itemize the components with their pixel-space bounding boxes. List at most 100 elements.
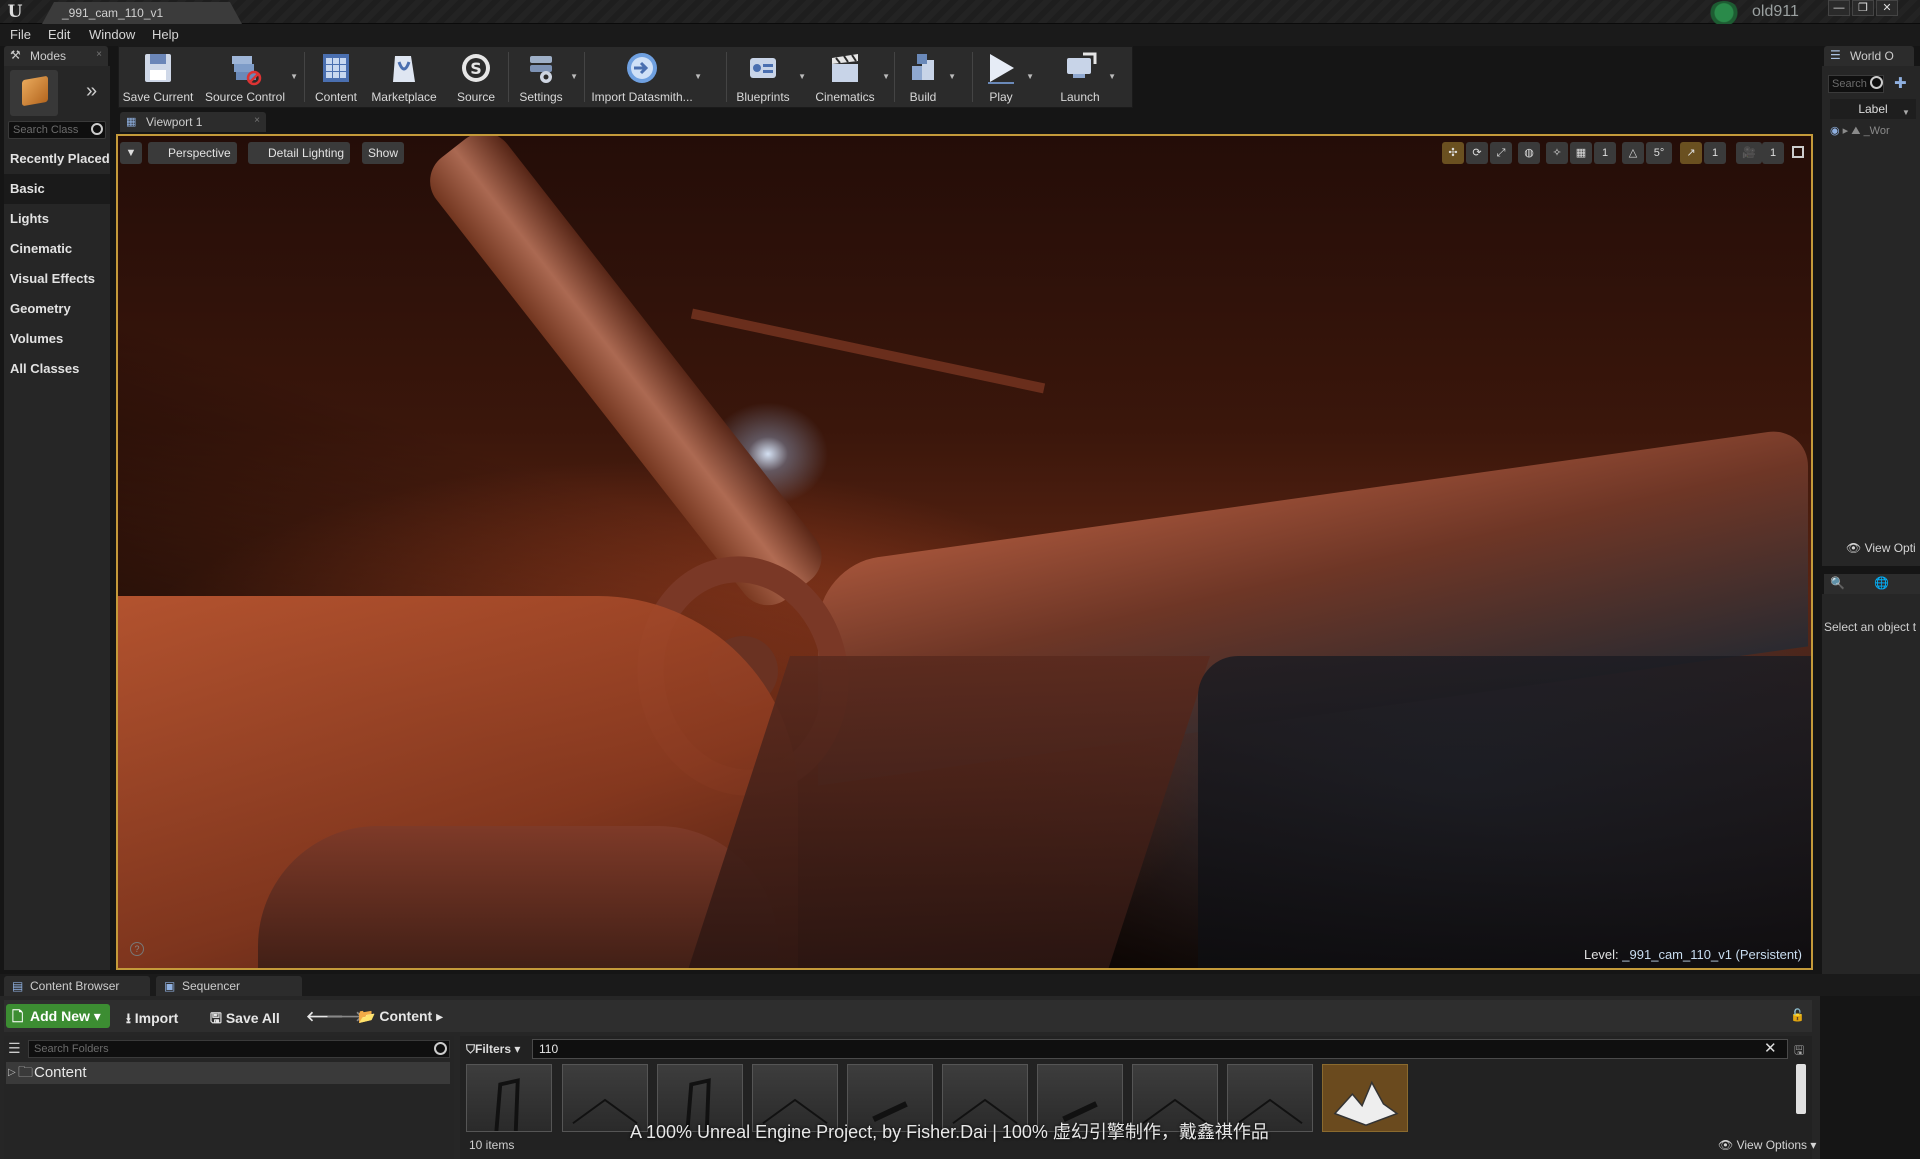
asset-search-input[interactable]: 110 — [532, 1039, 1788, 1059]
world-coords-icon[interactable]: ◍ — [1518, 142, 1540, 164]
asset-thumbnail[interactable] — [1322, 1064, 1408, 1132]
level-viewport[interactable] — [116, 134, 1813, 970]
search-class-input[interactable]: Search Class — [8, 121, 106, 139]
tab-content-browser[interactable]: ▤ Content Browser — [4, 976, 150, 996]
path-content-button[interactable]: 📂 Content ▸ — [358, 1008, 443, 1025]
category-cinematic[interactable]: Cinematic — [4, 234, 110, 264]
viewport-options-button[interactable]: ▼ — [120, 142, 142, 164]
document-tab[interactable]: _991_cam_110_v1 — [42, 2, 242, 24]
close-tab-icon[interactable]: × — [96, 49, 102, 60]
category-basic[interactable]: Basic — [4, 174, 110, 204]
viewport-tab[interactable]: ▦ Viewport 1 × — [120, 112, 266, 132]
import-button[interactable]: ⭳ Import — [126, 1008, 178, 1032]
maximize-button[interactable]: ❐ — [1852, 0, 1874, 16]
perspective-button[interactable]: Perspective — [148, 142, 237, 164]
maximize-viewport-icon[interactable] — [1792, 146, 1804, 158]
blueprints-button[interactable]: Blueprints ▼ — [730, 48, 806, 106]
launch-button[interactable]: Launch ▼ — [1054, 48, 1116, 106]
save-search-icon[interactable]: 🖫 — [1794, 1041, 1804, 1062]
menu-edit[interactable]: Edit — [48, 27, 70, 42]
outliner-row[interactable]: ◉ ▸ ⛰ _Wor — [1830, 124, 1890, 138]
asset-view-options-button[interactable]: 👁 View Options ▾ — [1718, 1138, 1816, 1152]
tab-sequencer[interactable]: ▣ Sequencer — [156, 976, 302, 996]
surface-snap-icon[interactable]: ✧ — [1546, 142, 1568, 164]
category-volumes[interactable]: Volumes — [4, 324, 110, 354]
category-all-classes[interactable]: All Classes — [4, 354, 110, 384]
lock-icon[interactable]: 🔓 — [1790, 1008, 1805, 1022]
scale-snap-icon[interactable]: ↗ — [1680, 142, 1702, 164]
close-tab-icon[interactable]: × — [254, 115, 260, 126]
import-datasmith-button[interactable]: Import Datasmith... ▼ — [588, 48, 702, 106]
category-recently-placed[interactable]: Recently Placed — [4, 144, 110, 174]
content-button[interactable]: Content — [310, 48, 362, 106]
menu-help[interactable]: Help — [152, 27, 179, 42]
rotation-snap-value[interactable]: 5° — [1646, 142, 1672, 164]
chevron-down-icon[interactable]: ▼ — [798, 72, 806, 81]
save-all-button[interactable]: 🖫 Save All — [210, 1008, 280, 1032]
asset-thumbnail[interactable] — [466, 1064, 552, 1132]
transform-rotate-icon[interactable]: ⟳ — [1466, 142, 1488, 164]
rotation-snap-icon[interactable]: △ — [1622, 142, 1644, 164]
marketplace-label: Marketplace — [371, 90, 437, 104]
chevron-down-icon[interactable]: ▼ — [882, 72, 890, 81]
source-button[interactable]: S Source — [450, 48, 502, 106]
modes-tab[interactable]: ⚒ Modes × — [4, 46, 108, 66]
chevron-down-icon[interactable]: ▼ — [1108, 72, 1116, 81]
expand-modes-icon[interactable]: » — [86, 80, 97, 103]
category-lights[interactable]: Lights — [4, 204, 110, 234]
add-new-label: Add New — [30, 1008, 90, 1024]
viewport-icon: ▦ — [126, 116, 137, 128]
scale-snap-value[interactable]: 1 — [1704, 142, 1726, 164]
title-bar — [0, 0, 1920, 24]
visibility-eye-icon[interactable]: ◉ — [1830, 125, 1840, 137]
category-visual-effects[interactable]: Visual Effects — [4, 264, 110, 294]
minimize-button[interactable]: — — [1828, 0, 1850, 16]
source-control-icon — [232, 56, 262, 86]
transform-scale-icon[interactable]: ⤢ — [1490, 142, 1512, 164]
camera-speed-icon[interactable]: 🎥 — [1736, 142, 1762, 164]
save-current-button[interactable]: Save Current — [120, 48, 196, 106]
cinematics-button[interactable]: Cinematics ▼ — [810, 48, 890, 106]
chevron-down-icon[interactable]: ▼ — [290, 72, 298, 81]
detail-lighting-button[interactable]: Detail Lighting — [248, 142, 351, 164]
help-icon[interactable]: ? — [130, 942, 144, 956]
place-mode-button[interactable] — [10, 70, 58, 116]
grid-snap-value[interactable]: 1 — [1594, 142, 1616, 164]
chevron-down-icon[interactable]: ▼ — [570, 72, 578, 81]
close-button[interactable]: ✕ — [1876, 0, 1898, 16]
add-folder-icon[interactable]: ✚ — [1894, 74, 1907, 92]
camera-speed-value[interactable]: 1 — [1762, 142, 1784, 164]
world-outliner-tab[interactable]: ☰ World O — [1824, 46, 1914, 66]
asset-scrollbar[interactable] — [1796, 1064, 1806, 1114]
source-control-button[interactable]: Source Control ▼ — [202, 48, 298, 106]
clear-search-icon[interactable]: ✕ — [1764, 1039, 1777, 1057]
details-tab-icon[interactable]: 🔍 — [1830, 576, 1845, 590]
folder-item-content[interactable]: ▷ 🗀 Content — [6, 1062, 450, 1084]
build-button[interactable]: Build ▼ — [900, 48, 956, 106]
transform-move-icon[interactable]: ✣ — [1442, 142, 1464, 164]
search-folders-input[interactable]: Search Folders — [28, 1040, 450, 1058]
menu-file[interactable]: File — [10, 27, 31, 42]
world-settings-tab-icon[interactable]: 🌐 — [1874, 576, 1889, 590]
settings-button[interactable]: Settings ▼ — [514, 48, 578, 106]
details-tabs: 🔍 🌐 — [1824, 574, 1920, 594]
chevron-down-icon[interactable]: ▼ — [1026, 72, 1034, 81]
asset-view-options-label: View Options — [1736, 1138, 1808, 1152]
chevron-down-icon[interactable]: ▼ — [694, 72, 702, 81]
show-button[interactable]: Show — [362, 142, 405, 164]
menu-window[interactable]: Window — [89, 27, 135, 42]
chevron-down-icon[interactable]: ▼ — [948, 72, 956, 81]
outliner-view-options-label: View Opti — [1864, 541, 1916, 555]
filters-button[interactable]: ⛉Filters ▾ — [466, 1040, 528, 1058]
play-button[interactable]: Play ▼ — [978, 48, 1034, 106]
add-file-icon: 🗋 — [12, 1008, 24, 1024]
grid-snap-icon[interactable]: ▦ — [1570, 142, 1592, 164]
toolbar-separator — [894, 52, 895, 102]
chevron-down-icon[interactable]: ▼ — [1902, 108, 1910, 117]
add-new-button[interactable]: 🗋 Add New ▾ — [6, 1004, 110, 1028]
marketplace-button[interactable]: Marketplace — [366, 48, 442, 106]
category-geometry[interactable]: Geometry — [4, 294, 110, 324]
sources-toggle-icon[interactable]: ☰ — [8, 1040, 21, 1057]
expand-arrow-icon[interactable]: ▷ — [8, 1062, 16, 1084]
outliner-view-options-button[interactable]: 👁 View Opti — [1846, 541, 1916, 555]
